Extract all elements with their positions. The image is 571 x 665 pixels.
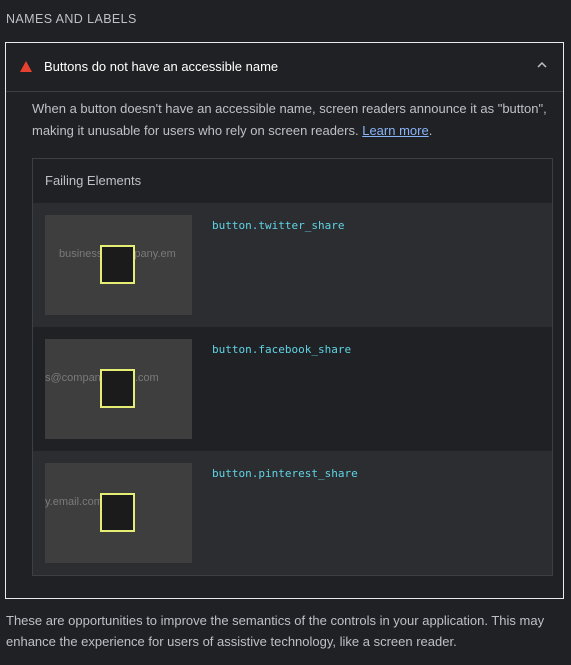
highlighted-button-box (100, 369, 135, 408)
failing-elements-table: Failing Elements business@company.em but… (32, 158, 553, 576)
description-trailing: . (428, 123, 433, 138)
element-screenshot-thumbnail: y.email.com (45, 463, 192, 563)
section-title: NAMES AND LABELS (6, 12, 137, 26)
failing-element-row[interactable]: s@company.email.com button.facebook_shar… (33, 327, 552, 451)
audit-description: When a button doesn't have an accessible… (32, 98, 554, 142)
highlighted-button-box (100, 493, 135, 532)
footer-description: These are opportunities to improve the s… (6, 613, 545, 649)
element-selector[interactable]: button.facebook_share (212, 343, 351, 356)
element-screenshot-thumbnail: business@company.em (45, 215, 192, 315)
failing-element-row[interactable]: y.email.com button.pinterest_share (33, 451, 552, 575)
learn-more-link[interactable]: Learn more (362, 123, 428, 138)
audit-description-text: When a button doesn't have an accessible… (32, 101, 547, 138)
audit-header[interactable]: Buttons do not have an accessible name (6, 43, 563, 92)
element-selector[interactable]: button.twitter_share (212, 219, 344, 232)
element-screenshot-thumbnail: s@company.email.com (45, 339, 192, 439)
thumbnail-text: y.email.com (45, 496, 103, 508)
fail-triangle-icon (20, 61, 32, 72)
highlighted-button-box (100, 245, 135, 284)
audit-title: Buttons do not have an accessible name (44, 59, 279, 74)
element-selector[interactable]: button.pinterest_share (212, 467, 358, 480)
failing-element-row[interactable]: business@company.em button.twitter_share (33, 203, 552, 327)
chevron-up-icon[interactable] (535, 58, 549, 72)
audit-panel: Buttons do not have an accessible name W… (5, 42, 564, 599)
failing-elements-header: Failing Elements (33, 159, 552, 203)
